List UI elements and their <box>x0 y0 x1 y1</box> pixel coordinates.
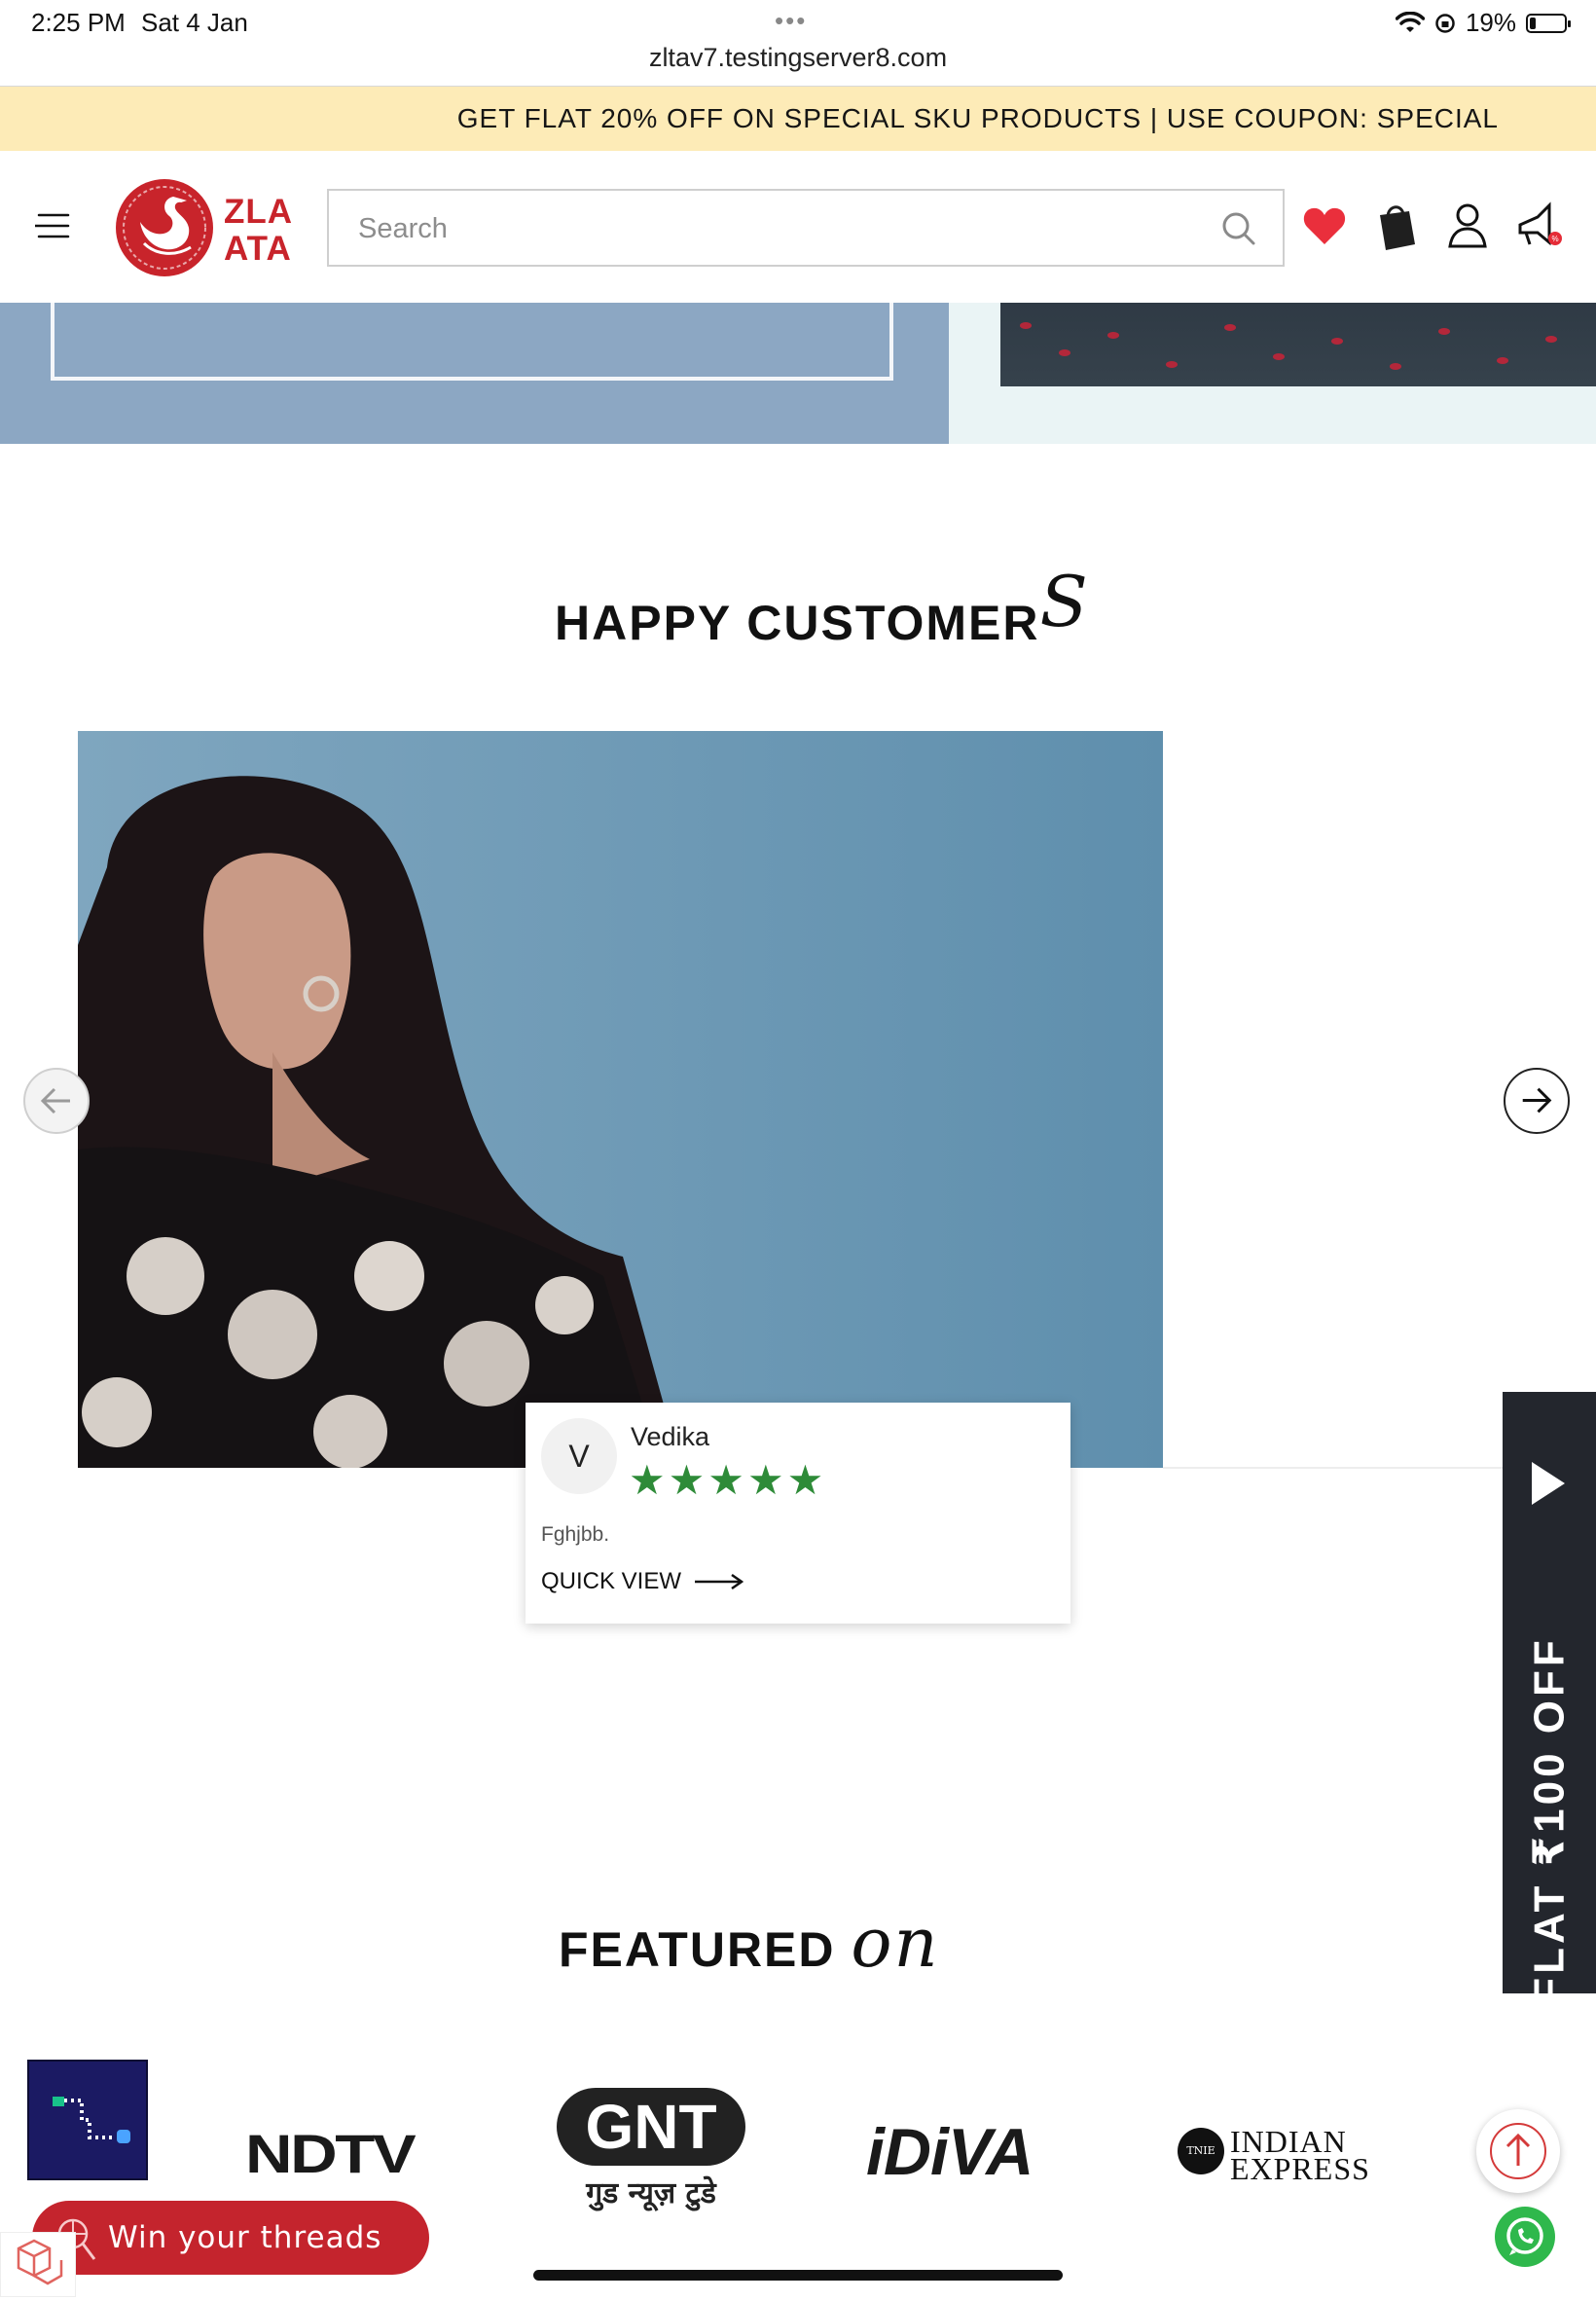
wishlist-heart-icon[interactable] <box>1301 200 1348 252</box>
logo-text-bottom: ATA <box>224 230 292 268</box>
happy-customers-title-script: S <box>1039 561 1090 642</box>
flat-100-off-tab[interactable]: FLAT ₹100 OFF <box>1503 1392 1596 2004</box>
featured-on-title-main: FEATURED <box>559 1922 852 1977</box>
happy-customers-title-main: HAPPY CUSTOMER <box>555 596 1040 650</box>
rose-petal <box>1020 322 1032 329</box>
hamburger-menu-icon[interactable] <box>35 206 72 245</box>
status-date: Sat 4 Jan <box>141 8 248 37</box>
arrow-left-icon <box>40 1087 70 1114</box>
rose-petal <box>1107 332 1119 339</box>
gnt-logo-subtext: गुड न्यूज़ टुडे <box>586 2176 716 2210</box>
site-header: ZLA ATA % <box>0 151 1596 303</box>
search-icon[interactable] <box>1220 210 1257 247</box>
gnt-logo-badge: GNT <box>557 2088 745 2166</box>
carousel-next-button[interactable] <box>1504 1068 1570 1134</box>
promo-banner-text: GET FLAT 20% OFF ON SPECIAL SKU PRODUCTS… <box>456 103 1499 133</box>
svg-text:%: % <box>1551 235 1558 243</box>
rose-petal <box>1331 338 1343 345</box>
rose-petal <box>1224 324 1236 331</box>
rose-petal <box>1497 357 1508 364</box>
featured-on-title: FEATURED on <box>559 1903 940 1983</box>
rose-petal <box>1059 349 1070 356</box>
quick-view-link[interactable]: QUICK VIEW <box>541 1568 744 1595</box>
game-widget-thumbnail[interactable] <box>29 2062 146 2178</box>
hero-banner-photo <box>1000 303 1596 386</box>
whatsapp-chat-button[interactable] <box>1495 2207 1555 2267</box>
happy-customers-title: HAPPY CUSTOMERS <box>555 561 1090 656</box>
rose-petal <box>1166 361 1178 368</box>
scroll-to-top-button[interactable] <box>1476 2109 1560 2193</box>
win-your-threads-button[interactable]: Win your threads <box>32 2201 429 2275</box>
search-bar <box>327 189 1285 267</box>
featured-on-title-script: on <box>851 1903 940 1983</box>
arrow-up-icon <box>1490 2123 1546 2179</box>
review-card[interactable]: V Vedika ★★★★★ Fghjbb. QUICK VIEW <box>526 1403 1070 1624</box>
game-maze-icon <box>53 2097 130 2143</box>
cube-icon <box>17 2239 63 2285</box>
rose-petal <box>1390 363 1401 370</box>
carousel-track-line <box>1163 1467 1504 1469</box>
rose-petal <box>1273 353 1285 360</box>
reviewer-avatar: V <box>541 1418 617 1494</box>
hero-banner-frame <box>51 303 893 381</box>
indian-express-badge: TNIE <box>1178 2128 1224 2174</box>
ndtv-logo[interactable]: NDTV <box>245 2122 417 2185</box>
idiva-logo[interactable]: iDiVA <box>866 2114 1034 2190</box>
browser-more-dots-icon[interactable]: ••• <box>775 6 807 36</box>
long-arrow-right-icon <box>695 1573 744 1590</box>
swan-logo-icon <box>116 179 213 276</box>
address-bar-url[interactable]: zltav7.testingserver8.com <box>0 43 1596 73</box>
laravel-debug-icon[interactable] <box>0 2232 76 2297</box>
rose-petal <box>1545 336 1557 343</box>
review-text: Fghjbb. <box>541 1523 610 1546</box>
search-input[interactable] <box>329 191 1236 267</box>
customer-photo[interactable] <box>78 731 1163 1468</box>
promo-banner[interactable]: GET FLAT 20% OFF ON SPECIAL SKU PRODUCTS… <box>0 87 1596 151</box>
indian-express-logo[interactable]: TNIE INDIAN EXPRESS <box>1178 2122 1372 2190</box>
play-icon <box>1532 1462 1565 1505</box>
battery-icon <box>1526 13 1571 33</box>
home-indicator <box>533 2270 1063 2281</box>
battery-fill <box>1530 17 1536 29</box>
indian-express-line2: EXPRESS <box>1230 2151 1370 2186</box>
whatsapp-icon <box>1506 2217 1543 2255</box>
arrow-right-icon <box>1522 1087 1552 1114</box>
quick-view-label: QUICK VIEW <box>541 1568 682 1594</box>
offers-megaphone-icon[interactable]: % <box>1516 200 1563 252</box>
orientation-lock-icon <box>1435 13 1455 33</box>
logo-text-top: ZLA <box>224 193 294 231</box>
rating-stars: ★★★★★ <box>629 1457 827 1503</box>
site-logo[interactable]: ZLA ATA <box>115 175 309 282</box>
customer-photo-art <box>78 731 1163 1468</box>
battery-percent: 19% <box>1465 8 1516 37</box>
carousel-prev-button[interactable] <box>23 1068 90 1134</box>
reviewer-name: Vedika <box>631 1422 710 1451</box>
shopping-bag-icon[interactable] <box>1372 200 1419 252</box>
user-account-icon[interactable] <box>1444 200 1491 252</box>
gnt-logo[interactable]: GNT गुड न्यूज़ टुडे <box>557 2088 747 2214</box>
wifi-icon <box>1395 11 1425 32</box>
status-indicators: 19% <box>1395 8 1571 38</box>
flat-100-off-label: FLAT ₹100 OFF <box>1525 1636 1574 2004</box>
win-your-threads-label: Win your threads <box>108 2220 382 2255</box>
rose-petal <box>1438 328 1450 335</box>
status-time: 2:25 PM <box>31 8 126 37</box>
